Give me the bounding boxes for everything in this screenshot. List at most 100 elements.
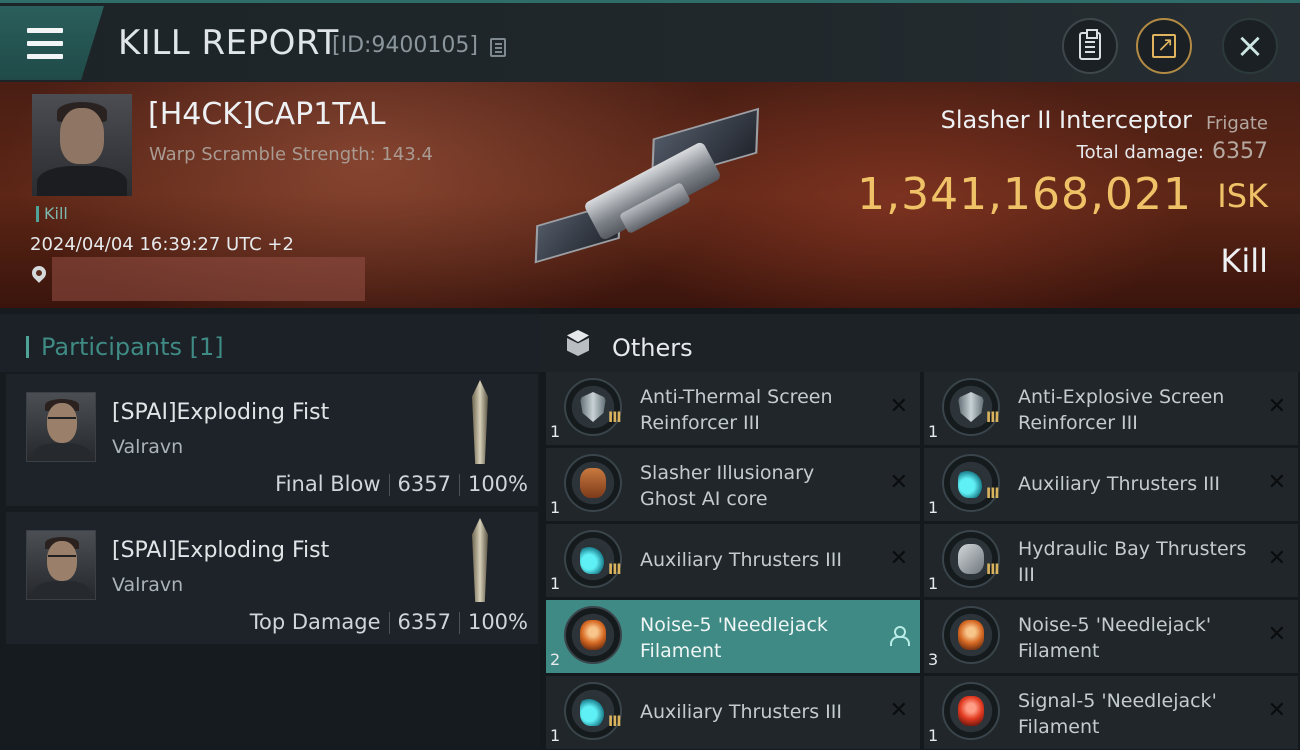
ai-core-icon: [564, 454, 622, 512]
item-quantity: 3: [928, 650, 939, 669]
item-quantity: 1: [928, 726, 939, 745]
ship-render: [520, 102, 770, 292]
filament-icon: [942, 682, 1000, 740]
person-icon: [890, 626, 910, 646]
filament-icon: [942, 606, 1000, 664]
share-icon: [1152, 32, 1176, 58]
kill-summary: [H4CK]CAP1TAL Warp Scramble Strength: 14…: [0, 82, 1300, 308]
shield-module-icon: [564, 378, 622, 436]
loot-item[interactable]: III 1 Anti-Thermal Screen Reinforcer III…: [546, 372, 920, 445]
participant-avatar: [26, 530, 96, 600]
participant-stats: Top Damage 6357 100%: [250, 610, 528, 634]
warp-scramble-strength: Warp Scramble Strength: 143.4: [149, 144, 433, 165]
item-name: Anti-Thermal Screen Reinforcer III: [640, 386, 833, 434]
ship-icon: [472, 380, 488, 464]
item-quantity: 1: [928, 574, 939, 593]
loot-item[interactable]: III 1 Auxiliary Thrusters III ✕: [546, 524, 920, 597]
total-damage-value: 6357: [1212, 139, 1268, 164]
share-button[interactable]: [1136, 18, 1192, 74]
clipboard-button[interactable]: [1062, 18, 1118, 74]
loot-item[interactable]: III 1 Auxiliary Thrusters III ✕: [546, 676, 920, 749]
participant-card[interactable]: [SPAI]Exploding Fist Valravn Final Blow 6…: [6, 374, 538, 506]
item-quantity: 1: [550, 498, 561, 517]
item-quantity: 1: [550, 574, 561, 593]
top-bar: KILL REPORT [ID:9400105] ×: [0, 0, 1300, 82]
participant-ship: Valravn: [112, 574, 184, 596]
destroyed-icon: ✕: [1267, 394, 1286, 419]
destroyed-icon: ✕: [1267, 470, 1286, 495]
item-quantity: 1: [928, 422, 939, 441]
shield-module-icon: [942, 378, 1000, 436]
participant-percent: 100%: [467, 472, 528, 496]
item-name: Noise-5 'Needlejack Filament: [640, 614, 828, 662]
participant-name: [SPAI]Exploding Fist: [112, 538, 330, 563]
clipboard-icon: [1079, 29, 1101, 60]
loot-item[interactable]: 3 Noise-5 'Needlejack' Filament ✕: [924, 600, 1298, 673]
total-damage-label: Total damage:: [1076, 142, 1204, 163]
participants-header: Participants [1]: [0, 314, 540, 372]
result-label: Kill: [1220, 242, 1268, 280]
page-title: KILL REPORT: [118, 23, 339, 63]
item-quantity: 2: [550, 650, 561, 669]
hamburger-icon: [27, 28, 63, 33]
participant-percent: 100%: [467, 610, 528, 634]
destroyed-icon: ✕: [1267, 622, 1286, 647]
item-name: Auxiliary Thrusters III: [640, 701, 842, 723]
destroyed-icon: ✕: [889, 546, 908, 571]
loot-item[interactable]: 1 Slasher Illusionary Ghost AI core ✕: [546, 448, 920, 521]
isk-value: 1,341,168,021: [857, 169, 1192, 220]
destroyed-icon: ✕: [889, 698, 908, 723]
item-name: Hydraulic Bay Thrusters III: [1018, 538, 1247, 586]
thruster-icon: [564, 530, 622, 588]
victim-avatar[interactable]: [32, 94, 132, 196]
ship-class: Frigate: [1205, 113, 1268, 134]
item-name: Noise-5 'Needlejack' Filament: [1018, 614, 1212, 662]
destroyed-icon: ✕: [889, 470, 908, 495]
others-header: Others: [540, 314, 1300, 372]
item-quantity: 1: [550, 726, 561, 745]
participant-card[interactable]: [SPAI]Exploding Fist Valravn Top Damage 6…: [6, 512, 538, 644]
participant-avatar: [26, 392, 96, 462]
participant-role: Final Blow: [275, 472, 381, 496]
isk-label: ISK: [1217, 177, 1268, 215]
participant-damage: 6357: [397, 610, 451, 634]
item-name: Auxiliary Thrusters III: [640, 549, 842, 571]
participants-panel: Participants [1] [SPAI]Exploding Fist Va…: [0, 308, 540, 750]
menu-button[interactable]: [0, 6, 104, 80]
location-redacted: [52, 257, 365, 301]
close-button[interactable]: ×: [1222, 18, 1278, 74]
location-pin-icon: [29, 263, 49, 283]
item-name: Anti-Explosive Screen Reinforcer III: [1018, 386, 1225, 434]
others-panel: Others III 1 Anti-Thermal Screen Reinfor…: [540, 308, 1300, 750]
kill-tag: Kill: [36, 206, 68, 222]
cargo-box-icon: [564, 330, 594, 358]
hydraulic-icon: [942, 530, 1000, 588]
loot-item[interactable]: 1 Signal-5 'Needlejack' Filament ✕: [924, 676, 1298, 749]
loot-item[interactable]: III 1 Hydraulic Bay Thrusters III ✕: [924, 524, 1298, 597]
ship-icon: [472, 518, 488, 602]
ship-name[interactable]: Slasher II Interceptor: [941, 106, 1192, 134]
participant-ship: Valravn: [112, 436, 184, 458]
participants-title: Participants [1]: [26, 335, 224, 359]
destroyed-icon: ✕: [889, 394, 908, 419]
thruster-icon: [942, 454, 1000, 512]
loot-item[interactable]: III 1 Auxiliary Thrusters III ✕: [924, 448, 1298, 521]
participant-damage: 6357: [397, 472, 451, 496]
report-id: [ID:9400105]: [332, 33, 478, 58]
item-name: Signal-5 'Needlejack' Filament: [1018, 690, 1217, 738]
copy-icon[interactable]: [490, 38, 506, 57]
participant-role: Top Damage: [249, 610, 381, 634]
participant-stats: Final Blow 6357 100%: [275, 472, 528, 496]
item-quantity: 1: [928, 498, 939, 517]
participant-name: [SPAI]Exploding Fist: [112, 400, 330, 425]
victim-name[interactable]: [H4CK]CAP1TAL: [148, 97, 386, 132]
loot-item[interactable]: III 1 Anti-Explosive Screen Reinforcer I…: [924, 372, 1298, 445]
others-title: Others: [612, 334, 693, 362]
filament-icon: [564, 606, 622, 664]
item-name: Auxiliary Thrusters III: [1018, 473, 1220, 495]
loot-item-selected[interactable]: 2 Noise-5 'Needlejack Filament: [546, 600, 920, 673]
destroyed-icon: ✕: [1267, 546, 1286, 571]
item-name: Slasher Illusionary Ghost AI core: [640, 462, 815, 510]
thruster-icon: [564, 682, 622, 740]
close-icon: ×: [1235, 26, 1265, 66]
